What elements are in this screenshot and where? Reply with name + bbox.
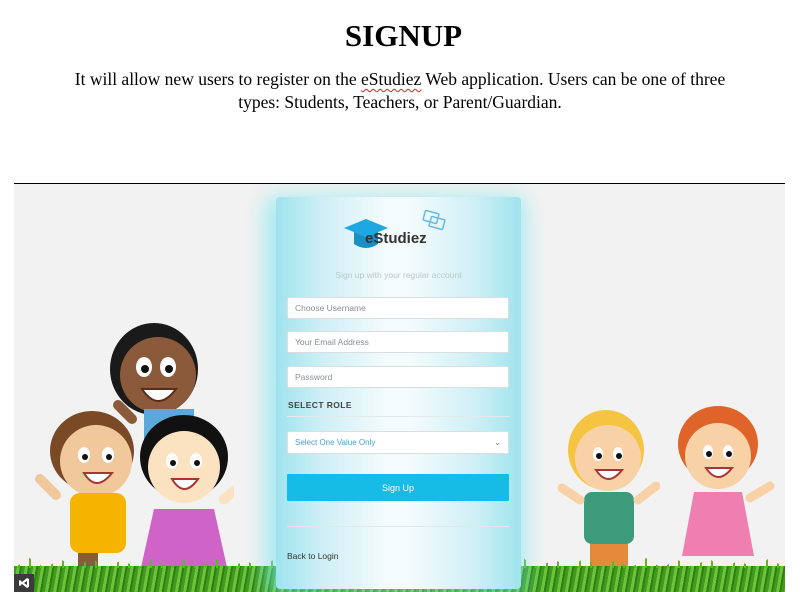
description-text-start: It will allow new users to register on t… [74, 69, 362, 89]
footer-divider [287, 526, 509, 527]
signup-page-screenshot: eStudiez Sign up with your regular accou… [14, 183, 785, 592]
signup-card: eStudiez Sign up with your regular accou… [276, 197, 521, 589]
back-to-login-link[interactable]: Back to Login [287, 551, 339, 561]
document-description: It will allow new users to register on t… [60, 68, 740, 114]
username-input[interactable] [287, 297, 509, 319]
signup-button[interactable]: Sign Up [287, 474, 509, 501]
logo-text: eStudiez [365, 230, 427, 247]
blond-boy-figure [557, 410, 661, 570]
kids-illustration-left [35, 323, 234, 583]
role-select-value: Select One Value Only [295, 438, 376, 447]
brown-haired-boy-figure [35, 411, 134, 583]
email-input[interactable] [287, 331, 509, 353]
role-divider [287, 416, 509, 417]
select-role-label: SELECT ROLE [288, 400, 352, 410]
document-title: SIGNUP [344, 18, 463, 53]
role-select[interactable]: Select One Value Only ⌄ [287, 431, 509, 454]
description-app-name: eStudiez [361, 69, 422, 89]
password-input[interactable] [287, 366, 509, 388]
signup-subtitle: Sign up with your regular account [335, 270, 462, 280]
chevron-down-icon: ⌄ [494, 438, 501, 447]
visual-studio-icon[interactable] [14, 574, 34, 592]
red-haired-girl-figure [678, 406, 775, 556]
black-haired-girl-figure [138, 415, 234, 581]
